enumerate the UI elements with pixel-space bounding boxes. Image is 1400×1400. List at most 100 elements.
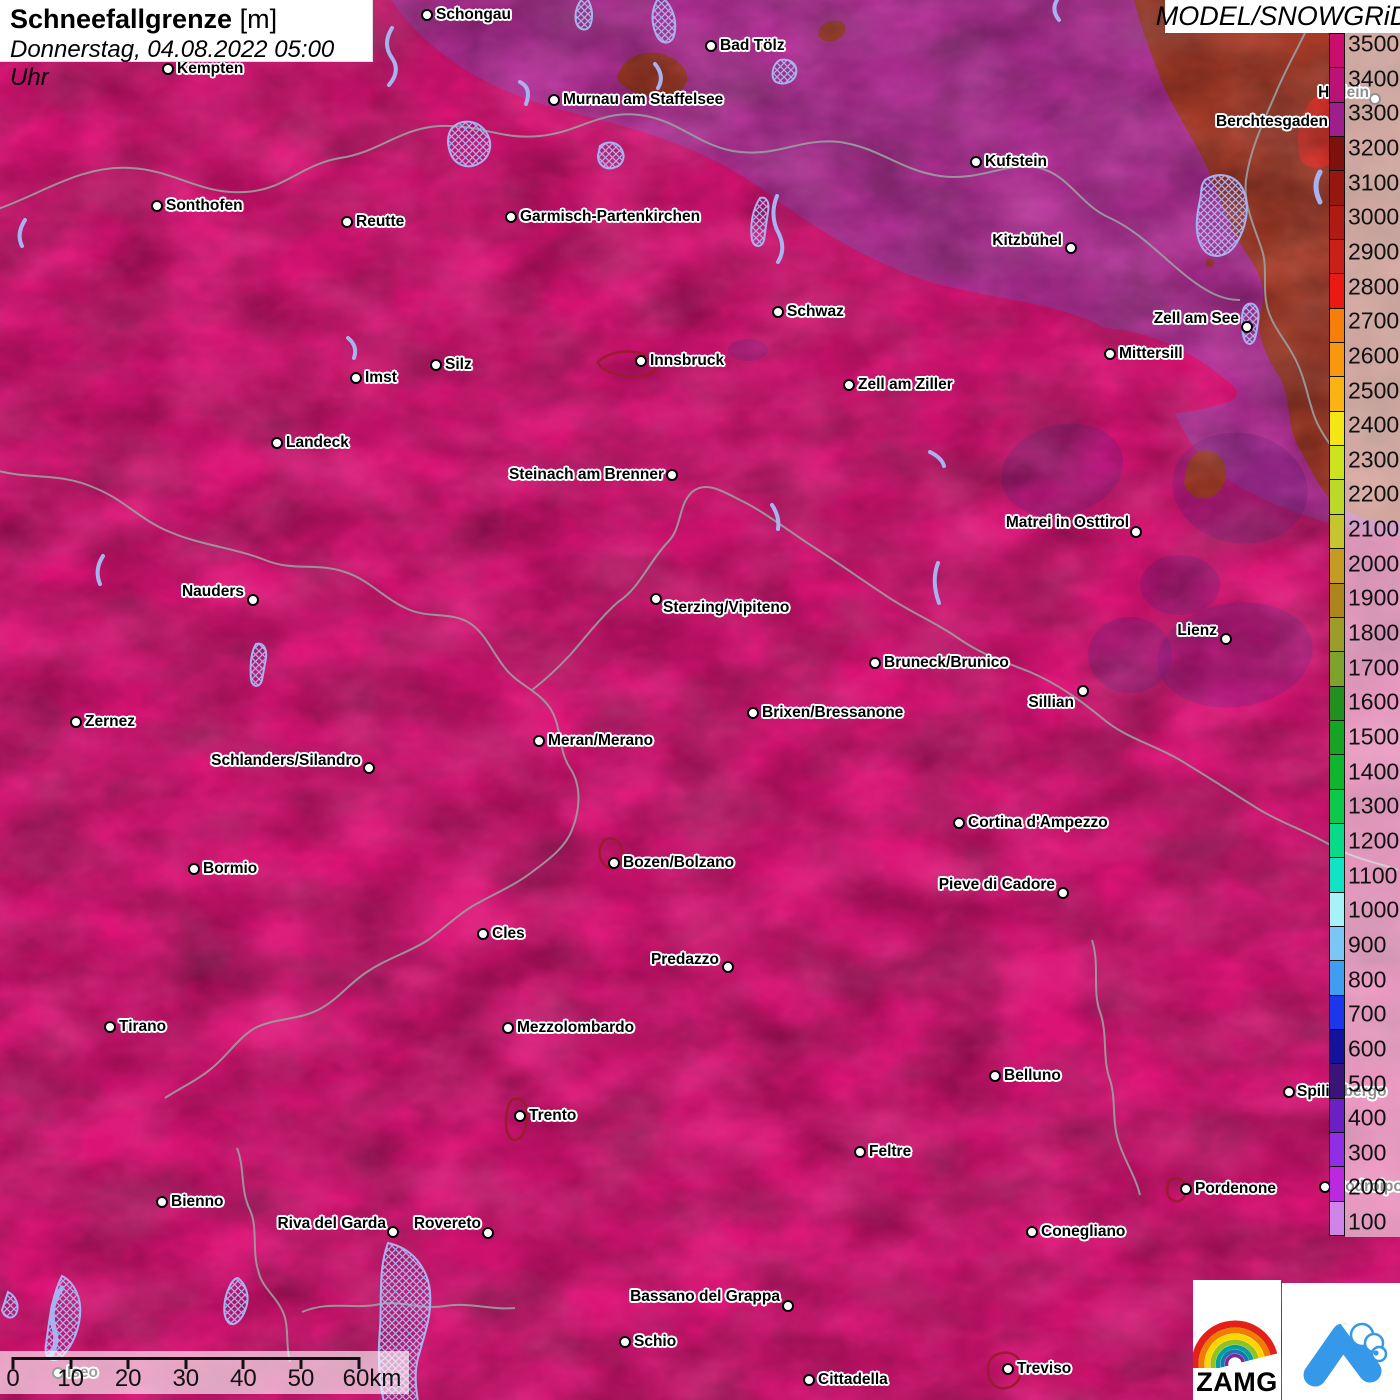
city-dot	[1077, 685, 1089, 697]
map-title: Schneefallgrenze [m]	[10, 4, 362, 35]
city-dot	[430, 359, 442, 371]
city-label: Kitzbühel	[992, 232, 1062, 249]
city-label: Imst	[365, 369, 397, 386]
city-dot	[1065, 242, 1077, 254]
colorbar-segment	[1330, 960, 1344, 995]
colorbar-segment	[1330, 479, 1344, 514]
scale-label: 20	[114, 1365, 142, 1392]
colorbar-segment	[1330, 1063, 1344, 1098]
colorbar-tick-label: 1400	[1348, 758, 1400, 785]
scale-end-label: 60km	[342, 1365, 402, 1392]
colorbar-segment	[1330, 548, 1344, 583]
colorbar-segment	[1330, 342, 1344, 377]
colorbar-segment	[1330, 788, 1344, 823]
city-label: Murnau am Staffelsee	[563, 91, 724, 108]
colorbar-tick-label: 300	[1348, 1139, 1387, 1166]
city-dot	[1130, 526, 1142, 538]
colorbar-segment	[1330, 857, 1344, 892]
city-label: Tirano	[119, 1018, 167, 1035]
city-dot	[803, 1374, 815, 1386]
city-dot	[635, 355, 647, 367]
city-label: Bienno	[171, 1193, 224, 1210]
colorbar-segment	[1330, 1097, 1344, 1132]
colorbar	[1329, 33, 1345, 1236]
city-label: Riva del Garda	[277, 1215, 386, 1232]
city-label: Predazzo	[650, 951, 719, 968]
city-label: Zell am Ziller	[858, 376, 953, 393]
city-label: Brixen/Bressanone	[762, 704, 904, 721]
city-dot	[747, 707, 759, 719]
colorbar-segment	[1330, 67, 1344, 102]
city-label: Rovereto	[413, 1215, 481, 1232]
city-dot	[1057, 887, 1069, 899]
city-dot	[104, 1021, 116, 1033]
city-dot	[421, 9, 433, 21]
city-dot	[341, 216, 353, 228]
colorbar-tick-label: 3300	[1348, 99, 1400, 126]
city-dot	[650, 593, 662, 605]
colorbar-segment	[1330, 136, 1344, 171]
city-label: Kufstein	[985, 153, 1047, 170]
colorbar-tick-label: 3400	[1348, 65, 1400, 92]
colorbar-tick-label: 100	[1348, 1208, 1387, 1235]
colorbar-segment	[1330, 822, 1344, 858]
city-dot	[533, 735, 545, 747]
city-dot	[608, 857, 620, 869]
title-unit: [m]	[232, 4, 278, 34]
city-label: Pieve di Cadore	[938, 876, 1055, 893]
colorbar-segment	[1330, 719, 1344, 755]
zamg-logo-text: ZAMG	[1196, 1367, 1278, 1397]
city-label: Schio	[634, 1333, 677, 1350]
scale-label: 0	[6, 1365, 20, 1392]
city-label: Schlanders/Silandro	[211, 752, 361, 769]
city-dot	[188, 863, 200, 875]
city-label: Reutte	[356, 213, 405, 230]
colorbar-tick-label: 500	[1348, 1070, 1387, 1096]
colorbar-tick-label: 2100	[1348, 515, 1400, 542]
city-label: Sonthofen	[166, 197, 243, 214]
mountain-cloud-icon	[1303, 1322, 1388, 1387]
city-label: Bormio	[203, 860, 258, 877]
city-label: Cittadella	[818, 1371, 888, 1388]
colorbar-tick-label: 3100	[1348, 169, 1400, 196]
city-dot	[271, 437, 283, 449]
city-dot	[619, 1336, 631, 1348]
city-label: Garmisch-Partenkirchen	[520, 208, 701, 225]
colorbar-segment	[1330, 239, 1344, 274]
colorbar-segment	[1330, 513, 1344, 549]
weather-map-screenshot: Schongau Bad Tölz Kempten Murnau am Staffel…	[0, 0, 1400, 1400]
colorbar-segment	[1330, 616, 1344, 652]
city-label: Silz	[445, 356, 472, 373]
colorbar-segment	[1330, 101, 1344, 137]
city-label: Cles	[492, 925, 525, 942]
colorbar-segment	[1330, 1132, 1344, 1167]
city-dot	[70, 716, 82, 728]
colorbar-tick-label: 1600	[1348, 688, 1400, 715]
title-box: Schneefallgrenze [m] Donnerstag, 04.08.2…	[0, 0, 373, 91]
model-label: MODEL/SNOWGRiD	[1155, 1, 1400, 31]
colorbar-segment	[1330, 204, 1344, 240]
colorbar-tick-label: 600	[1348, 1035, 1387, 1062]
city-label: Zernez	[85, 713, 135, 730]
colorbar-tick-label: 1700	[1348, 654, 1400, 681]
city-dot	[989, 1070, 1001, 1082]
city-label: Steinach am Brenner	[508, 466, 664, 483]
city-label: Schongau	[436, 6, 511, 23]
colorbar-tick-label: 1200	[1348, 827, 1400, 854]
colorbar-segment	[1330, 1166, 1344, 1201]
zamg-logo: ZAMG	[1193, 1280, 1281, 1400]
colorbar-tick-label: 2800	[1348, 273, 1400, 300]
city-label: Bozen/Bolzano	[623, 854, 735, 871]
scale-label: 40	[230, 1365, 257, 1392]
colorbar-tick-label: 2900	[1348, 238, 1400, 265]
city-label: Treviso	[1017, 1360, 1072, 1377]
snow-mountain-logo	[1282, 1283, 1400, 1400]
city-label: Lienz	[1177, 622, 1217, 639]
city-dot	[514, 1110, 526, 1122]
colorbar-segment	[1330, 376, 1344, 411]
city-dot	[350, 372, 362, 384]
model-box: MODEL/SNOWGRiD	[1156, 0, 1400, 33]
colorbar-tick-label: 3200	[1348, 134, 1400, 161]
scale-bar: 0 10 20 30 40 50 60km	[0, 1351, 409, 1394]
city-label: Berchtesgaden	[1216, 113, 1328, 130]
